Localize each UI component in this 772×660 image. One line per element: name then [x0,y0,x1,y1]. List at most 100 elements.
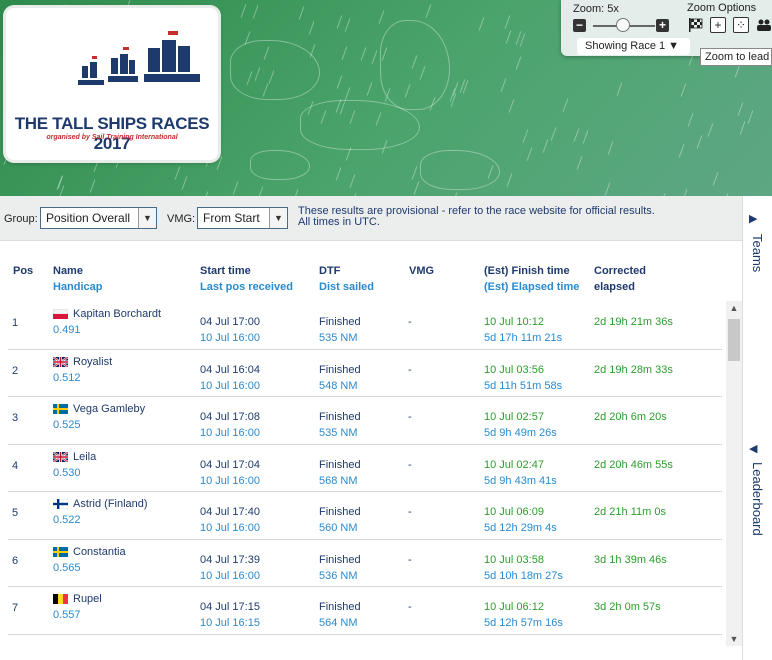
header-pos[interactable]: Pos [13,263,33,279]
zoom-to-fit-icon[interactable]: + [710,17,726,33]
weather-streak [413,181,420,195]
weather-streak [349,174,356,188]
row-pos: 4 [12,459,19,472]
provisional-note-line2: All times in UTC. [298,216,380,228]
weather-streak [298,6,305,20]
scroll-down-icon[interactable]: ▼ [726,634,742,644]
zoom-out-button[interactable]: − [573,19,586,32]
tab-teams[interactable]: Teams [750,234,765,272]
weather-streak [360,47,367,61]
row-handicap: 0.522 [53,514,81,526]
row-handicap: 0.491 [53,324,81,336]
table-row[interactable]: 6 Constantia 0.565 04 Jul 17:39 10 Jul 1… [8,540,722,587]
row-lastpos: 10 Jul 16:00 [200,427,260,439]
tab-leaderboard[interactable]: Leaderboard [750,462,765,536]
weather-streak [93,158,100,172]
row-corrected: 2d 20h 46m 55s [594,458,673,471]
vmg-select-value: From Start [203,211,260,225]
vmg-select[interactable]: From Start ▼ [197,207,288,229]
row-name[interactable]: Rupel [73,591,102,607]
row-vmg: - [408,506,412,518]
row-elapsed: 5d 17h 11m 21s [484,332,563,344]
weather-streak [582,130,589,144]
coastline-outline [250,150,310,180]
weather-streak [696,135,703,149]
row-vmg: - [408,601,412,613]
row-dtf: Finished [319,363,361,376]
table-row[interactable]: 3 Vega Gamleby 0.525 04 Jul 17:08 10 Jul… [8,397,722,445]
weather-streak [308,21,315,35]
row-name[interactable]: Leila [73,449,96,465]
header-dtf[interactable]: DTF Dist sailed [319,263,374,295]
zoom-to-group-icon[interactable] [756,17,772,33]
weather-streak [573,128,580,142]
weather-streak [371,50,378,64]
weather-streak [678,144,685,158]
row-lastpos: 10 Jul 16:00 [200,522,260,534]
row-finish: 10 Jul 02:57 [484,411,544,423]
zoom-in-button[interactable]: + [656,19,669,32]
weather-streak [344,87,351,101]
leaderboard-scrollbar[interactable]: ▲ ▼ [726,301,742,646]
row-start: 04 Jul 17:40 [200,506,260,518]
row-dtf: Finished [319,553,361,566]
coastline-outline [380,20,450,110]
row-lastpos: 10 Jul 16:00 [200,474,260,487]
weather-streak [526,147,533,161]
scroll-up-icon[interactable]: ▲ [726,303,742,313]
row-name[interactable]: Royalist [73,354,112,370]
scrollbar-thumb[interactable] [728,319,740,361]
coastline-outline [420,150,500,190]
row-vmg: - [408,553,412,566]
header-start-label: Start time [200,265,251,277]
row-name[interactable]: Kapitan Borchardt [73,306,161,322]
header-name-label: Name [53,265,83,277]
weather-streak [680,83,687,97]
leaderboard-rows: 1 Kapitan Borchardt 0.491 04 Jul 17:00 1… [8,302,722,635]
teams-expand-icon[interactable]: ▶ [749,212,757,225]
header-start[interactable]: Start time Last pos received [200,263,293,295]
row-corrected: 2d 21h 11m 0s [594,506,666,518]
row-lastpos: 10 Jul 16:00 [200,379,260,392]
provisional-note: These results are provisional - refer to… [298,206,655,228]
side-tabs: ▶ Teams ◀ Leaderboard [742,196,772,660]
row-name[interactable]: Astrid (Finland) [73,496,148,512]
filter-bar: Group: Position Overall ▼ VMG: From Star… [0,196,742,241]
row-dtf: Finished [319,601,361,613]
row-name[interactable]: Constantia [73,544,126,560]
event-logo: THE TALL SHIPS RACES 2017 organised by S… [6,8,218,160]
row-elapsed: 5d 12h 29m 4s [484,522,557,534]
header-corrected[interactable]: Corrected elapsed [594,263,646,295]
weather-streak [542,139,549,153]
checkered-flag-icon[interactable] [687,17,703,33]
header-vmg[interactable]: VMG [409,263,434,279]
weather-streak [737,102,744,116]
race-select[interactable]: Showing Race 1 ▼ [577,38,690,55]
weather-streak [519,33,526,47]
table-row[interactable]: 1 Kapitan Borchardt 0.491 04 Jul 17:00 1… [8,302,722,350]
group-select[interactable]: Position Overall ▼ [40,207,157,229]
leaderboard-collapse-icon[interactable]: ◀ [749,442,757,455]
header-finish[interactable]: (Est) Finish time (Est) Elapsed time [484,263,579,295]
row-dtf: Finished [319,316,361,328]
zoom-slider-handle[interactable] [616,18,630,32]
poland-flag-icon [53,309,68,319]
weather-streak [500,78,507,92]
weather-streak [707,123,714,137]
zoom-to-fleet-icon[interactable]: ⁘ [733,17,749,33]
row-name[interactable]: Vega Gamleby [73,401,145,417]
row-dist: 536 NM [319,569,358,582]
weather-streak [506,173,513,187]
row-lastpos: 10 Jul 16:15 [200,617,260,629]
weather-streak [216,156,223,170]
row-pos: 1 [12,317,19,329]
weather-streak [341,46,348,60]
weather-streak [232,181,239,195]
table-row[interactable]: 2 Royalist 0.512 04 Jul 16:04 10 Jul 16:… [8,350,722,397]
table-row[interactable]: 5 Astrid (Finland) 0.522 04 Jul 17:40 10… [8,492,722,540]
table-row[interactable]: 7 Rupel 0.557 04 Jul 17:15 10 Jul 16:15 … [8,587,722,635]
chevron-down-icon: ▼ [269,208,287,228]
row-corrected: 3d 2h 0m 57s [594,601,661,613]
header-name[interactable]: Name Handicap [53,263,103,295]
table-row[interactable]: 4 Leila 0.530 04 Jul 17:04 10 Jul 16:00 … [8,445,722,492]
